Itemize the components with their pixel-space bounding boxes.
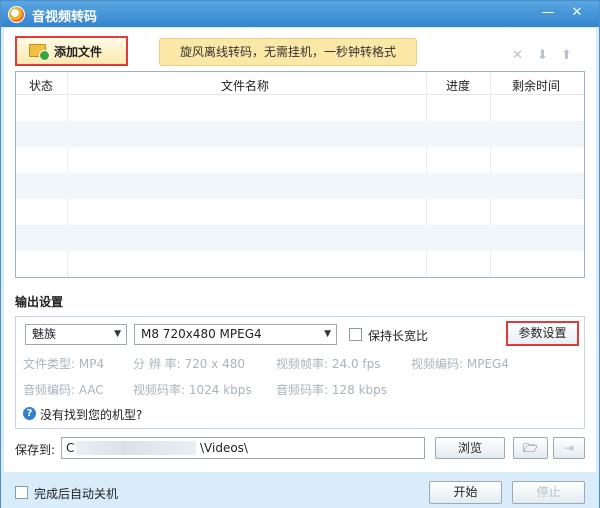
add-file-label: 添加文件 (54, 45, 103, 59)
info-frame-rate: 视频帧率: 24.0 fps (276, 357, 381, 371)
preset-select-value: M8 720x480 MPEG4 (141, 327, 262, 341)
help-icon[interactable]: ? (23, 407, 36, 420)
app-logo-icon (8, 6, 25, 23)
info-file-type: 文件类型: MP4 (23, 357, 105, 371)
device-select-value: 魅族 (32, 327, 57, 341)
add-folder-icon (29, 44, 50, 61)
file-list-header: 状态 文件名称 进度 剩余时间 (16, 72, 584, 95)
column-status[interactable]: 状态 (29, 77, 53, 94)
table-row (16, 173, 584, 199)
column-filename[interactable]: 文件名称 (221, 77, 269, 94)
save-path-suffix: \Videos\ (200, 441, 248, 455)
redacted-path-segment (76, 441, 196, 455)
preset-select[interactable]: M8 720x480 MPEG4 ▼ (134, 324, 337, 345)
close-button[interactable]: ✕ (566, 4, 588, 22)
move-down-icon[interactable]: ⬇ (537, 48, 548, 63)
auto-shutdown-checkbox[interactable] (15, 486, 28, 499)
table-row (16, 121, 584, 147)
save-to-label: 保存到: (15, 443, 56, 457)
info-resolution: 分 辨 率: 720 x 480 (133, 357, 246, 371)
move-up-icon[interactable]: ⬆ (561, 48, 572, 63)
folder-open-icon: 🗁 (523, 441, 538, 455)
file-list[interactable]: 状态 文件名称 进度 剩余时间 (15, 71, 585, 278)
device-not-found-link[interactable]: 没有找到您的机型? (40, 406, 142, 423)
start-button[interactable]: 开始 (429, 481, 502, 504)
info-audio-bitrate: 音频码率: 128 kbps (276, 383, 388, 397)
column-progress[interactable]: 进度 (446, 77, 470, 94)
delete-icon[interactable]: ✕ (512, 48, 523, 63)
add-file-button[interactable]: 添加文件 (15, 36, 128, 66)
chevron-down-icon: ▼ (324, 329, 331, 339)
browse-button[interactable]: 浏览 (435, 437, 505, 459)
keep-aspect-label: 保持长宽比 (368, 329, 429, 343)
promo-banner[interactable]: 旋风离线转码，无需挂机，一秒钟转格式 (159, 38, 417, 66)
output-settings-title: 输出设置 (15, 295, 64, 309)
column-remaining[interactable]: 剩余时间 (512, 77, 560, 94)
info-video-codec: 视频编码: MPEG4 (411, 357, 509, 371)
auto-shutdown-label: 完成后自动关机 (34, 487, 119, 501)
open-folder-button[interactable]: 🗁 (513, 437, 548, 459)
app-window: 音视频转码 — ✕ 添加文件 旋风离线转码，无需挂机，一秒钟转格式 ✕ ⬇ ⬆ … (0, 0, 600, 508)
stop-button[interactable]: 停止 (512, 481, 585, 504)
window-title: 音视频转码 (32, 10, 98, 25)
keep-aspect-checkbox[interactable] (349, 328, 362, 341)
info-audio-codec: 音频编码: AAC (23, 383, 104, 397)
minimize-button[interactable]: — (537, 4, 559, 22)
save-path-input[interactable]: C \Videos\ (61, 437, 425, 459)
save-path-prefix: C (66, 441, 75, 455)
table-row (16, 225, 584, 251)
info-video-bitrate: 视频码率: 1024 kbps (133, 383, 252, 397)
title-bar[interactable]: 音视频转码 — ✕ (1, 1, 599, 27)
parameter-settings-button[interactable]: 参数设置 (506, 321, 579, 346)
chevron-down-icon: ▼ (114, 329, 121, 339)
export-button[interactable]: ⇥ (553, 437, 585, 459)
export-icon: ⇥ (563, 441, 575, 455)
device-select[interactable]: 魅族 ▼ (25, 324, 127, 345)
